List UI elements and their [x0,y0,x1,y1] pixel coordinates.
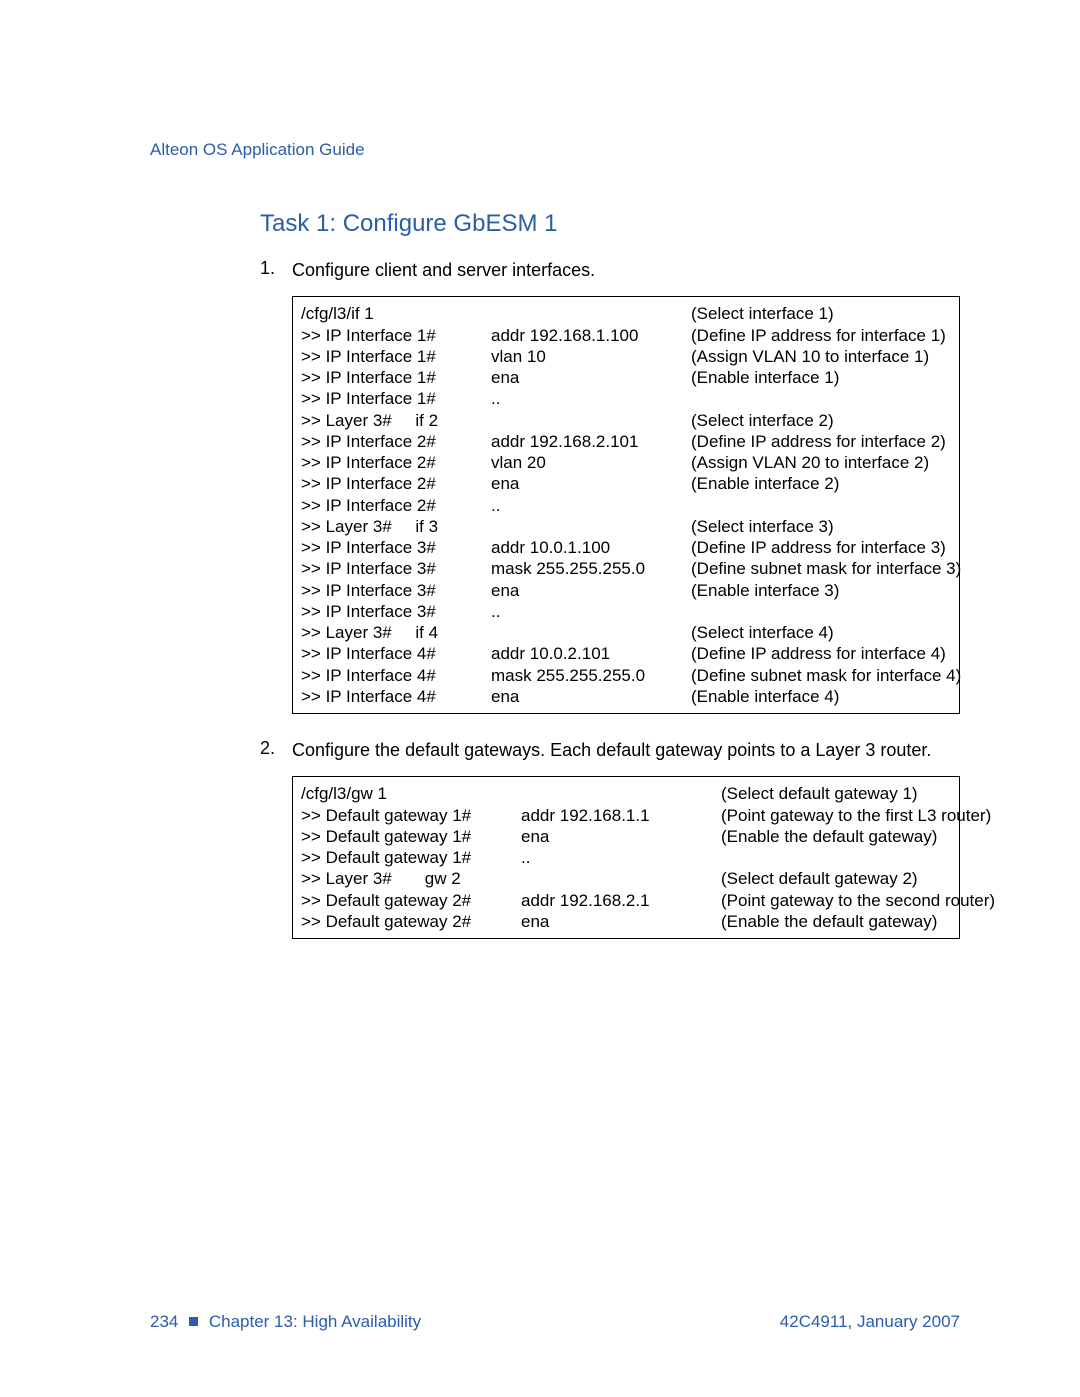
cli-comment: (Enable interface 2) [691,473,951,494]
cli-comment: (Select interface 4) [691,622,951,643]
cli-comment: (Define subnet mask for interface 3) [691,558,961,579]
cli-cmd: ena [491,580,691,601]
cli-comment: (Define IP address for interface 4) [691,643,951,664]
cli-prompt: >> IP Interface 2# [301,495,491,516]
task-heading: Task 1: Configure GbESM 1 [260,210,960,238]
cli-prompt: >> IP Interface 4# [301,643,491,664]
cli-prompt: >> Default gateway 2# [301,890,521,911]
cli-comment [721,847,951,868]
cli-comment: (Enable interface 1) [691,367,951,388]
cli-cmd [491,410,691,431]
cli-comment: (Point gateway to the second router) [721,890,995,911]
cli-cmd: addr 192.168.1.100 [491,325,691,346]
step-number: 1. [260,258,292,282]
cli-cmd: addr 192.168.1.1 [521,805,721,826]
cli-cmd: vlan 20 [491,452,691,473]
cli-prompt: >> Layer 3# if 4 [301,622,491,643]
square-bullet-icon [189,1317,198,1326]
cli-cmd: .. [491,495,691,516]
cli-comment: (Select interface 1) [691,303,951,324]
cli-cmd: .. [521,847,721,868]
cli-comment: (Define IP address for interface 3) [691,537,951,558]
cli-comment: (Select default gateway 2) [721,868,951,889]
cli-prompt: >> IP Interface 2# [301,431,491,452]
cli-prompt: >> Layer 3# if 2 [301,410,491,431]
cli-cmd: ena [491,367,691,388]
page-footer: 234 Chapter 13: High Availability 42C491… [150,1312,960,1332]
cli-comment: (Select interface 2) [691,410,951,431]
cli-cmd: addr 192.168.2.1 [521,890,721,911]
cli-cmd: mask 255.255.255.0 [491,665,691,686]
cli-prompt: >> Default gateway 2# [301,911,521,932]
cli-prompt: >> Default gateway 1# [301,847,521,868]
cli-comment: (Define IP address for interface 1) [691,325,951,346]
cli-cmd [491,622,691,643]
code-block-interfaces: /cfg/l3/if 1 (Select interface 1) >> IP I… [292,296,960,714]
step-text: Configure client and server interfaces. [292,258,595,282]
cli-cmd: addr 10.0.2.101 [491,643,691,664]
cli-cmd: ena [491,686,691,707]
cli-comment: (Define subnet mask for interface 4) [691,665,961,686]
code-block-gateways: /cfg/l3/gw 1 (Select default gateway 1) >… [292,776,960,939]
cli-prompt: >> IP Interface 1# [301,388,491,409]
cli-prompt: >> IP Interface 4# [301,686,491,707]
cli-comment: (Select interface 3) [691,516,951,537]
cli-prompt: >> IP Interface 3# [301,580,491,601]
cli-prompt: >> IP Interface 3# [301,537,491,558]
chapter-label: Chapter 13: High Availability [209,1312,421,1331]
cli-cmd: .. [491,601,691,622]
cli-comment: (Assign VLAN 10 to interface 1) [691,346,951,367]
cli-prompt: >> IP Interface 1# [301,346,491,367]
cli-cmd: ena [521,826,721,847]
cli-cmd: .. [491,388,691,409]
cli-prompt: >> Default gateway 1# [301,826,521,847]
cli-cmd [521,783,721,804]
cli-cmd [491,516,691,537]
cli-prompt: /cfg/l3/if 1 [301,303,491,324]
step-2: 2. Configure the default gateways. Each … [260,738,960,762]
cli-comment [691,495,951,516]
cli-comment: (Enable the default gateway) [721,826,951,847]
cli-comment [691,601,951,622]
cli-cmd: ena [491,473,691,494]
cli-comment: (Enable interface 3) [691,580,951,601]
cli-prompt: >> IP Interface 2# [301,452,491,473]
footer-left: 234 Chapter 13: High Availability [150,1312,421,1332]
cli-prompt: >> IP Interface 3# [301,601,491,622]
cli-cmd: ena [521,911,721,932]
cli-comment: (Point gateway to the first L3 router) [721,805,991,826]
cli-prompt: >> IP Interface 3# [301,558,491,579]
cli-comment [691,388,951,409]
cli-cmd: mask 255.255.255.0 [491,558,691,579]
cli-cmd: vlan 10 [491,346,691,367]
footer-right: 42C4911, January 2007 [780,1312,960,1332]
cli-comment: (Enable the default gateway) [721,911,951,932]
cli-cmd: addr 192.168.2.101 [491,431,691,452]
cli-prompt: >> IP Interface 1# [301,367,491,388]
step-number: 2. [260,738,292,762]
cli-prompt: /cfg/l3/gw 1 [301,783,521,804]
cli-cmd: addr 10.0.1.100 [491,537,691,558]
document-header: Alteon OS Application Guide [150,140,960,160]
cli-prompt: >> Default gateway 1# [301,805,521,826]
cli-cmd [521,868,721,889]
cli-prompt: >> IP Interface 4# [301,665,491,686]
page-number: 234 [150,1312,178,1331]
cli-comment: (Assign VLAN 20 to interface 2) [691,452,951,473]
cli-prompt: >> IP Interface 1# [301,325,491,346]
step-text: Configure the default gateways. Each def… [292,738,931,762]
step-1: 1. Configure client and server interface… [260,258,960,282]
cli-prompt: >> Layer 3# if 3 [301,516,491,537]
cli-prompt: >> Layer 3# gw 2 [301,868,521,889]
cli-comment: (Define IP address for interface 2) [691,431,951,452]
cli-comment: (Enable interface 4) [691,686,951,707]
cli-prompt: >> IP Interface 2# [301,473,491,494]
cli-comment: (Select default gateway 1) [721,783,951,804]
cli-cmd [491,303,691,324]
